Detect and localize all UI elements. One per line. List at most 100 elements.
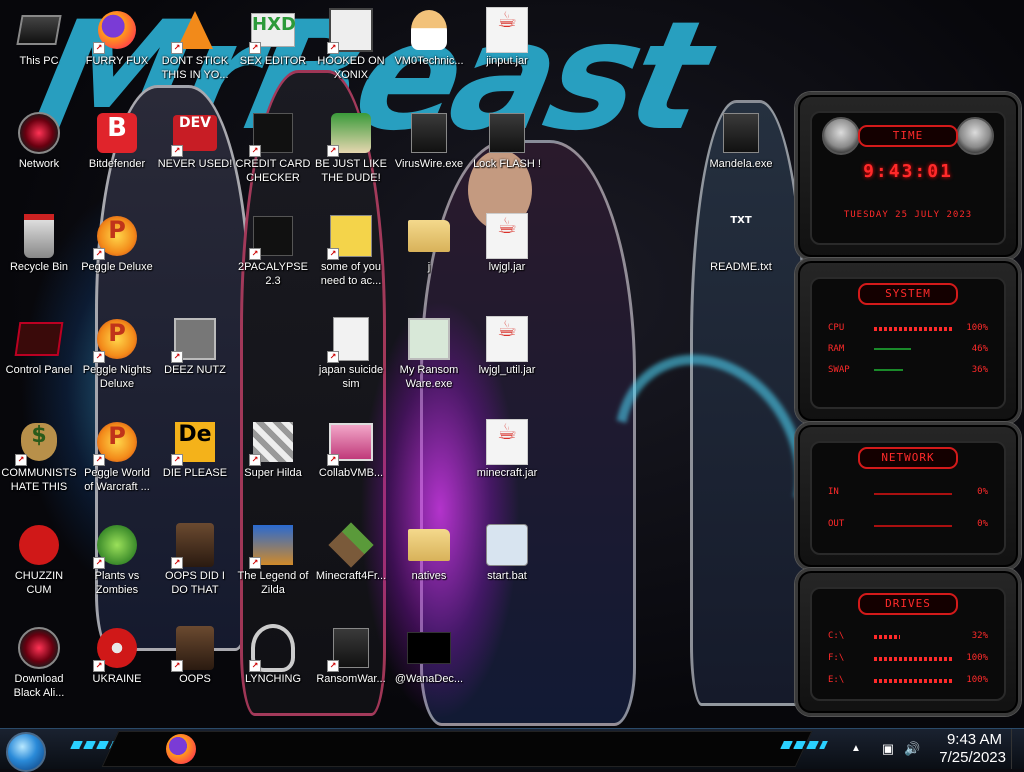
desktop-icon-oops-did-i[interactable]: ↗ OOPS DID I DO THAT (156, 517, 234, 615)
desktop-icon-super-hilda[interactable]: ↗ Super Hilda (234, 414, 312, 512)
drive-row-e: E:\ 100% (828, 675, 988, 689)
shortcut-arrow-icon: ↗ (249, 42, 261, 54)
desktop-icon-hooked-on-xonix[interactable]: ↗ HOOKED ON XONIX (312, 2, 390, 100)
desktop-icon-vm0technic[interactable]: VM0Technic... (390, 2, 468, 100)
shortcut-arrow-icon: ↗ (171, 42, 183, 54)
desktop-icon-download-black-alien[interactable]: Download Black Ali... (0, 620, 78, 718)
desktop-icon-start-bat[interactable]: start.bat (468, 517, 546, 615)
desktop-icon-natives[interactable]: natives (390, 517, 468, 615)
app-window-icon (408, 318, 450, 360)
desktop-icon-legend-of-zilda[interactable]: ↗ The Legend of Zilda (234, 517, 312, 615)
icon-label: DIE PLEASE (162, 467, 228, 479)
icon-label: Peggle Deluxe (81, 261, 153, 273)
desktop-icon-viruswire[interactable]: VirusWire.exe (390, 105, 468, 203)
row-key: SWAP (828, 365, 850, 375)
network-tray-icon[interactable]: ▣ (880, 741, 896, 757)
desktop-icon-2pacalypse[interactable]: ↗ 2PACALYPSE 2.3 (234, 208, 312, 306)
desktop-icon-bitdefender[interactable]: B Bitdefender (78, 105, 156, 203)
desktop-icon-wanadec[interactable]: @WanaDec... (390, 620, 468, 718)
icon-label: VM0Technic... (394, 55, 464, 67)
desktop-icon-ukraine[interactable]: ↗ UKRAINE (78, 620, 156, 718)
shortcut-arrow-icon: ↗ (171, 454, 183, 466)
shortcut-arrow-icon: ↗ (327, 248, 339, 260)
system-row-ram: RAM 46% (828, 344, 988, 358)
desktop-icon-peggle-nights[interactable]: P ↗ Peggle Nights Deluxe (78, 311, 156, 409)
firefox-icon[interactable] (166, 734, 196, 764)
desktop-icon-jinput-jar[interactable]: ☕ jinput.jar (468, 2, 546, 100)
icon-label: NEVER USED! (157, 158, 233, 170)
tray-show-hidden-icon[interactable]: ▲ (848, 741, 864, 757)
start-button[interactable] (6, 732, 46, 772)
desktop-icon-never-used[interactable]: DEV ↗ NEVER USED! (156, 105, 234, 203)
gadget-title: NETWORK (858, 447, 958, 469)
desktop-icon-chuzzin[interactable]: CHUZZIN CUM (0, 517, 78, 615)
desktop-icon-deez-nutz[interactable]: ↗ DEEZ NUTZ (156, 311, 234, 409)
shortcut-arrow-icon: ↗ (249, 248, 261, 260)
icon-label: CollabVMB... (318, 467, 384, 479)
desktop-icon-furry-fux[interactable]: ↗ FURRY FUX (78, 2, 156, 100)
icon-label: UKRAINE (92, 673, 142, 685)
icon-label: Download Black Ali... (13, 673, 65, 699)
usage-bar (874, 657, 954, 661)
shortcut-arrow-icon: ↗ (327, 351, 339, 363)
icon-label: Control Panel (5, 364, 73, 376)
tray-clock-time[interactable]: 9:43 AM (947, 731, 1002, 748)
desktop-icon-dont-stick[interactable]: ↗ DONT STICK THIS IN YO... (156, 2, 234, 100)
desktop-icon-lock-flash[interactable]: Lock FLASH ! (468, 105, 546, 203)
desktop-icon-control-panel[interactable]: Control Panel (0, 311, 78, 409)
folder-icon (408, 220, 450, 252)
desktop-icon-my-ransom-ware[interactable]: My Ransom Ware.exe (390, 311, 468, 409)
shortcut-arrow-icon: ↗ (93, 42, 105, 54)
desktop-icon-lwjgl-jar[interactable]: ☕ lwjgl.jar (468, 208, 546, 306)
usage-bar (874, 369, 903, 371)
alienware-icon (18, 112, 60, 154)
desktop-icon-this-pc[interactable]: This PC (0, 2, 78, 100)
usage-bar (874, 348, 911, 350)
computer-icon (16, 15, 62, 45)
icon-label: DEEZ NUTZ (164, 364, 226, 376)
desktop-icon-lynching[interactable]: ↗ LYNCHING (234, 620, 312, 718)
drives-gadget[interactable]: DRIVES C:\ 32% F:\ 100% E:\ 100% (795, 568, 1021, 716)
desktop-icon-japan-suicide-sim[interactable]: ↗ japan suicide sim (312, 311, 390, 409)
desktop-icon-oops[interactable]: ↗ OOPS (156, 620, 234, 718)
desktop-icon-readme[interactable]: TXT README.txt (702, 208, 780, 306)
desktop-icon-j-folder[interactable]: j (390, 208, 468, 306)
desktop-icon-mandela[interactable]: Mandela.exe (702, 105, 780, 203)
desktop-icon-network[interactable]: Network (0, 105, 78, 203)
desktop-icon-plants-vs-zombies[interactable]: ↗ Plants vs Zombies (78, 517, 156, 615)
row-value: 0% (977, 519, 988, 529)
desktop-icon-die-please[interactable]: De ↗ DIE PLEASE (156, 414, 234, 512)
desktop-icon-peggle-deluxe[interactable]: P ↗ Peggle Deluxe (78, 208, 156, 306)
row-key: CPU (828, 323, 845, 333)
desktop-icon-ransomwar[interactable]: ↗ RansomWar... (312, 620, 390, 718)
row-value: 0% (977, 487, 988, 497)
volume-icon[interactable]: 🔊 (904, 741, 920, 757)
icon-label: 2PACALYPSE 2.3 (238, 261, 308, 287)
java-jar-icon: ☕ (486, 316, 528, 362)
desktop-icon-minecraft-jar[interactable]: ☕ minecraft.jar (468, 414, 546, 512)
desktop-icon-lwjgl-util-jar[interactable]: ☕ lwjgl_util.jar (468, 311, 546, 409)
system-gadget[interactable]: SYSTEM CPU 100% RAM 46% SWAP 36% (795, 258, 1021, 424)
icon-label: start.bat (487, 570, 527, 582)
icon-label: RansomWar... (316, 673, 386, 685)
show-desktop-button[interactable] (1011, 729, 1024, 769)
desktop-icon-sex-editor[interactable]: HXD ↗ SEX EDITOR (234, 2, 312, 100)
desktop-icon-communists[interactable]: $↗ COMMUNISTS HATE THIS G... (0, 414, 78, 512)
desktop-icon-some-of-you[interactable]: ↗ some of you need to ac... (312, 208, 390, 306)
desktop-icon-be-just-like[interactable]: ↗ BE JUST LIKE THE DUDE! (312, 105, 390, 203)
desktop-icon-credit-card-checker[interactable]: ↗ CREDIT CARD CHECKER (234, 105, 312, 203)
desktop-icon-recycle-bin[interactable]: Recycle Bin (0, 208, 78, 306)
doctor-icon (411, 10, 447, 50)
desktop-icon-collabvm[interactable]: ↗ CollabVMB... (312, 414, 390, 512)
tray-clock-date[interactable]: 7/25/2023 (939, 749, 1006, 766)
bitdefender-icon: B (97, 113, 137, 153)
desktop-icon-minecraft4fr[interactable]: Minecraft4Fr... (312, 517, 390, 615)
time-gadget[interactable]: TIME 9:43:01 TUESDAY 25 JULY 2023 (795, 92, 1021, 260)
network-gadget[interactable]: NETWORK IN 0% OUT 0% (795, 422, 1021, 570)
shortcut-arrow-icon: ↗ (93, 351, 105, 363)
gadget-clock: 9:43:01 (863, 161, 953, 182)
shortcut-arrow-icon: ↗ (93, 660, 105, 672)
system-row-cpu: CPU 100% (828, 323, 988, 337)
exe-icon (723, 113, 759, 153)
desktop-icon-peggle-wow[interactable]: P ↗ Peggle World of Warcraft ... (78, 414, 156, 512)
